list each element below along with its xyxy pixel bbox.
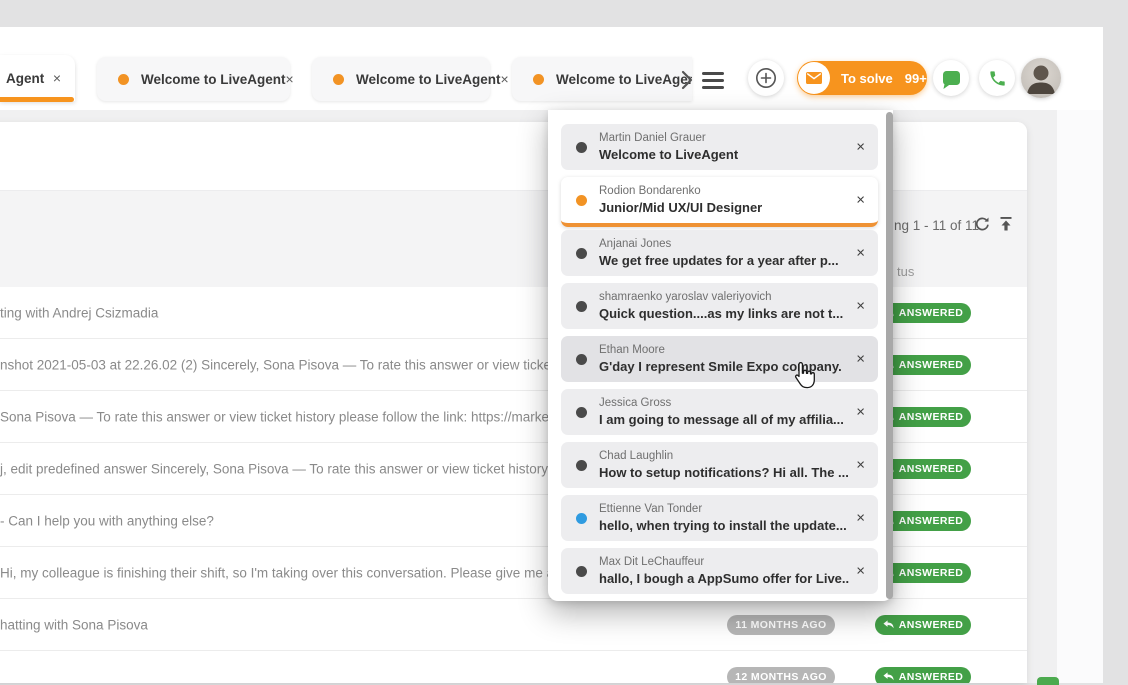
close-ticket-icon[interactable]: × bbox=[856, 511, 865, 526]
tab-close-icon[interactable]: × bbox=[53, 71, 61, 85]
open-ticket-item[interactable]: Martin Daniel Grauer Welcome to LiveAgen… bbox=[561, 124, 878, 170]
calls-button[interactable] bbox=[979, 60, 1015, 96]
person-silhouette-icon bbox=[1021, 58, 1061, 98]
ticket-contact-name: Max Dit LeChauffeur bbox=[599, 555, 849, 570]
ticket-subject: How to setup notifications? Hi all. The … bbox=[599, 464, 849, 481]
reply-arrow-icon bbox=[883, 620, 894, 630]
chats-button[interactable] bbox=[933, 60, 969, 96]
envelope-icon bbox=[798, 62, 830, 94]
open-ticket-item[interactable]: Max Dit LeChauffeur hallo, I bough a App… bbox=[561, 548, 878, 594]
ticket-subject: Junior/Mid UX/UI Designer bbox=[599, 199, 762, 216]
add-new-button[interactable] bbox=[748, 60, 784, 96]
open-ticket-item-hovered[interactable]: Ethan Moore G'day I represent Smile Expo… bbox=[561, 336, 878, 382]
ticket-snippet: - Can I help you with anything else? bbox=[0, 513, 214, 528]
ticket-source-icon bbox=[576, 566, 587, 577]
tab-label: Welcome to LiveAgent bbox=[356, 72, 501, 87]
open-tickets-dropdown: Martin Daniel Grauer Welcome to LiveAgen… bbox=[548, 110, 893, 601]
ticket-contact-name: Anjanai Jones bbox=[599, 237, 839, 252]
ticket-snippet: nshot 2021-05-03 at 22.26.02 (2) Sincere… bbox=[0, 357, 576, 372]
close-ticket-icon[interactable]: × bbox=[856, 246, 865, 261]
ticket-subject: I am going to message all of my affilia.… bbox=[599, 411, 844, 428]
tab-welcome-3[interactable]: Welcome to LiveAgent bbox=[512, 57, 692, 101]
ticket-source-icon bbox=[118, 74, 129, 85]
ticket-source-icon bbox=[576, 407, 587, 418]
close-ticket-icon[interactable]: × bbox=[856, 458, 865, 473]
close-ticket-icon[interactable]: × bbox=[856, 352, 865, 367]
ticket-row[interactable]: hatting with Sona Pisova 11 MONTHS AGO A… bbox=[0, 599, 1027, 651]
ticket-source-icon bbox=[576, 460, 587, 471]
menu-hamburger-icon[interactable] bbox=[702, 72, 724, 93]
open-ticket-item[interactable]: Jessica Gross I am going to message all … bbox=[561, 389, 878, 435]
reply-arrow-icon bbox=[883, 672, 894, 682]
header-bar: Agent × Welcome to LiveAgent × Welcome t… bbox=[0, 27, 1103, 110]
ticket-source-icon bbox=[333, 74, 344, 85]
ticket-contact-name: Chad Laughlin bbox=[599, 449, 849, 464]
ticket-source-icon bbox=[576, 248, 587, 259]
ticket-contact-name: Ettienne Van Tonder bbox=[599, 502, 847, 517]
open-ticket-item[interactable]: Chad Laughlin How to setup notifications… bbox=[561, 442, 878, 488]
ticket-subject: G'day I represent Smile Expo company. bbox=[599, 358, 842, 375]
phone-icon bbox=[988, 69, 1007, 88]
ticket-age-badge: 11 MONTHS AGO bbox=[727, 615, 835, 635]
ticket-snippet: Hi, my colleague is finishing their shif… bbox=[0, 565, 569, 580]
close-ticket-icon[interactable]: × bbox=[856, 299, 865, 314]
ticket-row[interactable]: 12 MONTHS AGO ANSWERED bbox=[0, 651, 1027, 683]
tabs-overflow-chevron-icon[interactable] bbox=[681, 70, 693, 95]
ticket-source-icon bbox=[576, 513, 587, 524]
ticket-contact-name: shamraenko yaroslav valeriyovich bbox=[599, 290, 843, 305]
close-ticket-icon[interactable]: × bbox=[856, 564, 865, 579]
ticket-subject: Quick question....as my links are not t.… bbox=[599, 305, 843, 322]
open-ticket-item[interactable]: Ettienne Van Tonder hello, when trying t… bbox=[561, 495, 878, 541]
open-tickets-list: Martin Daniel Grauer Welcome to LiveAgen… bbox=[561, 124, 878, 601]
tab-welcome-1[interactable]: Welcome to LiveAgent × bbox=[97, 57, 290, 101]
ticket-snippet: Sona Pisova — To rate this answer or vie… bbox=[0, 409, 571, 424]
ticket-source-icon bbox=[576, 354, 587, 365]
active-tab-underline bbox=[0, 97, 74, 102]
pagination-text: ng 1 - 11 of 11 bbox=[894, 218, 979, 233]
ticket-contact-name: Rodion Bondarenko bbox=[599, 184, 762, 199]
tab-label: Welcome to LiveAgent bbox=[556, 72, 692, 87]
ticket-source-icon bbox=[533, 74, 544, 85]
ticket-subject: Welcome to LiveAgent bbox=[599, 146, 738, 163]
right-spacer bbox=[1057, 110, 1103, 683]
tab-label: Welcome to LiveAgent bbox=[141, 72, 286, 87]
tab-close-icon[interactable]: × bbox=[501, 72, 509, 86]
chat-bubble-icon bbox=[943, 71, 960, 85]
open-ticket-item-active[interactable]: Rodion Bondarenko Junior/Mid UX/UI Desig… bbox=[561, 177, 878, 227]
plus-circle-icon bbox=[755, 67, 777, 89]
close-ticket-icon[interactable]: × bbox=[856, 193, 865, 208]
ticket-age-badge: 12 MONTHS AGO bbox=[727, 667, 835, 683]
ticket-subject: hello, when trying to install the update… bbox=[599, 517, 847, 534]
ticket-snippet: j, edit predefined answer Sincerely, Son… bbox=[0, 461, 577, 476]
ticket-contact-name: Ethan Moore bbox=[599, 343, 842, 358]
refresh-icon[interactable] bbox=[974, 216, 990, 237]
status-badge: ANSWERED bbox=[875, 615, 971, 635]
to-solve-button[interactable]: To solve 99+ bbox=[797, 61, 927, 95]
to-solve-label: To solve bbox=[841, 71, 893, 86]
tab-close-icon[interactable]: × bbox=[286, 72, 294, 86]
tab-active-agent[interactable]: Agent × bbox=[0, 55, 75, 101]
close-ticket-icon[interactable]: × bbox=[856, 140, 865, 155]
chat-widget-fragment[interactable] bbox=[1037, 677, 1059, 685]
ticket-contact-name: Jessica Gross bbox=[599, 396, 844, 411]
open-ticket-item[interactable]: shamraenko yaroslav valeriyovich Quick q… bbox=[561, 283, 878, 329]
tab-welcome-2[interactable]: Welcome to LiveAgent × bbox=[312, 57, 490, 101]
open-ticket-item[interactable]: Anjanai Jones We get free updates for a … bbox=[561, 230, 878, 276]
ticket-snippet: ting with Andrej Csizmadia bbox=[0, 305, 158, 320]
ticket-source-icon bbox=[576, 301, 587, 312]
ticket-snippet: hatting with Sona Pisova bbox=[0, 617, 148, 632]
close-ticket-icon[interactable]: × bbox=[856, 405, 865, 420]
ticket-source-icon bbox=[576, 142, 587, 153]
ticket-source-icon bbox=[576, 195, 587, 206]
status-badge: ANSWERED bbox=[875, 667, 971, 683]
user-avatar[interactable] bbox=[1021, 58, 1061, 98]
status-filter-text: tus bbox=[897, 264, 914, 279]
dropdown-scrollbar[interactable] bbox=[886, 112, 893, 599]
scroll-to-top-icon[interactable] bbox=[998, 216, 1014, 237]
ticket-subject: We get free updates for a year after p..… bbox=[599, 252, 839, 269]
tab-label: Agent bbox=[6, 71, 44, 86]
to-solve-count: 99+ bbox=[905, 71, 927, 86]
ticket-contact-name: Martin Daniel Grauer bbox=[599, 131, 738, 146]
ticket-subject: hallo, I bough a AppSumo offer for Live.… bbox=[599, 570, 849, 587]
